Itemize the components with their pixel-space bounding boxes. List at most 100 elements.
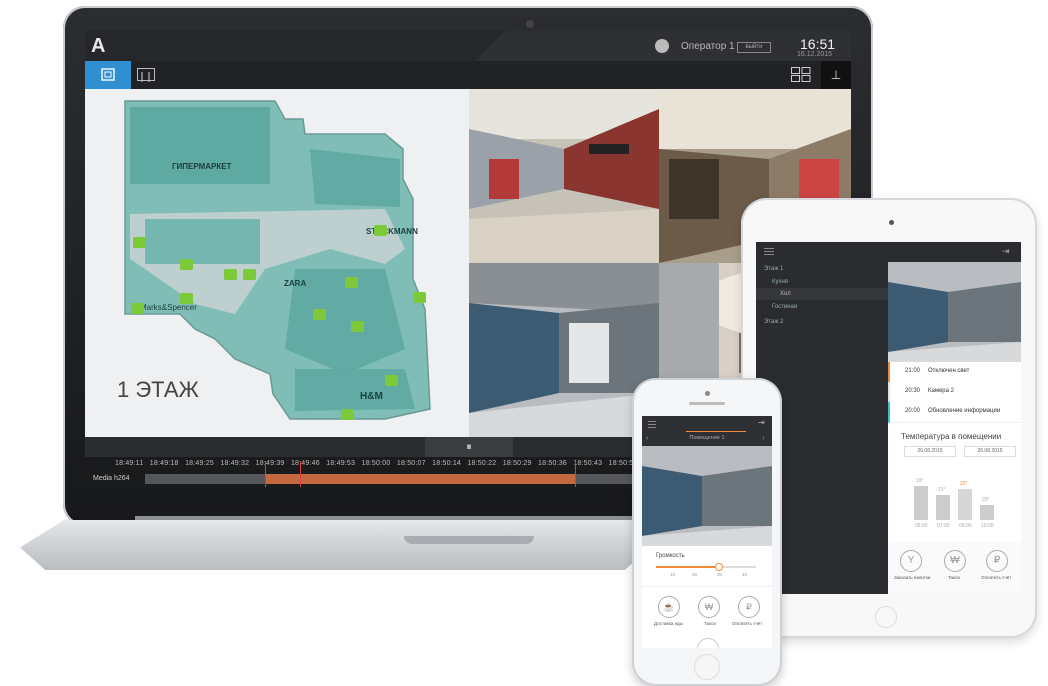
event-row[interactable]: 21:00 Отключен свет [888,362,1021,383]
tick-label: 18:50:00 [361,460,391,467]
store-label: Marks&Spencer [140,303,197,312]
event-text: Отключен свет [928,368,970,374]
tick-label: 18:49:11 [115,460,144,467]
nav-item-floor-1[interactable]: Этаж 1 [764,266,783,272]
temperature-time-label: 06:00 [915,523,928,529]
phone-camera [705,391,710,396]
laptop-camera [526,20,534,28]
app-logo: A [91,35,106,57]
food-delivery-icon[interactable]: ☕ [658,596,680,618]
event-row[interactable]: 20:00 Обновление информации [888,402,1021,423]
exit-icon[interactable]: ⇥ [758,418,765,427]
camera-marker-icon[interactable] [180,293,193,304]
tablet-header: ⇥ [888,242,1021,262]
camera-marker-icon[interactable] [131,303,144,314]
tick-label: 18:49:32 [220,460,250,467]
tick-label: 18:49:39 [255,460,285,467]
track-selection[interactable] [265,474,575,484]
volume-slider-knob[interactable] [715,563,723,571]
selection-start-marker[interactable] [265,461,266,487]
logout-button[interactable]: выйти [737,42,771,53]
phone-home-button[interactable] [694,654,720,680]
clock-time: 16:51 [800,36,836,52]
volume-tick: 40 [742,572,748,577]
selection-end-marker[interactable] [575,461,576,487]
temperature-value: 19° [916,478,924,484]
phone-speaker [689,402,725,405]
temperature-time-label: 07:00 [937,523,950,529]
action-label: Оплатить счёт [732,621,763,626]
taxi-icon[interactable]: ₩ [944,550,966,572]
camera-marker-icon[interactable] [345,277,358,288]
menu-icon[interactable] [648,421,656,422]
tablet-home-button[interactable] [875,606,897,628]
nav-item-kitchen[interactable]: Кухня [772,279,788,285]
temperature-bar [958,489,972,520]
store-front-video [469,263,659,437]
camera-marker-icon[interactable] [224,269,237,280]
toolbar: ⊥ [85,61,851,89]
layout-view-button[interactable] [137,68,155,82]
grid-layout-icon[interactable] [791,67,811,82]
tablet-actions: Y Заказать напитки ₩ Такси ₽ Оплатить сч… [888,542,1021,594]
pause-button[interactable]: ⏸ [425,437,513,457]
camera-marker-icon[interactable] [243,269,256,280]
user-avatar-icon [655,39,669,53]
date-picker-end[interactable]: 26.08.2015 [964,446,1016,457]
action-label: Такси [948,575,960,580]
video-tile-3[interactable] [469,263,659,437]
timeline-ticks: 18:49:11 18:49:18 18:49:25 18:49:32 18:4… [115,460,638,467]
nav-item-hall[interactable]: Хол [780,291,791,297]
camera-marker-icon[interactable] [413,292,426,303]
tick-label: 18:50:36 [538,460,567,467]
playhead-marker[interactable] [300,461,301,487]
chevron-right-icon[interactable]: › [762,433,765,442]
exit-icon[interactable]: ⇥ [1002,246,1010,257]
tick-label: 18:50:07 [396,460,426,467]
pin-button[interactable]: ⊥ [821,61,851,89]
tick-label: 18:50:29 [502,460,532,467]
more-actions-icon[interactable] [697,638,719,648]
video-tile-1[interactable] [469,89,659,263]
menu-icon[interactable] [764,248,774,249]
date-picker-start[interactable]: 26.08.2015 [904,446,956,457]
store-label: ГИПЕРМАРКЕТ [172,162,232,171]
camera-marker-icon[interactable] [341,409,354,420]
drinks-icon[interactable]: Y [900,550,922,572]
temperature-value: 20° [982,497,990,503]
temperature-title: Температура в помещении [901,432,1002,441]
payment-icon[interactable]: ₽ [986,550,1008,572]
temperature-bar [914,486,928,520]
track-label: Media h264 [93,475,130,482]
tablet-video[interactable] [888,262,1021,362]
camera-marker-icon[interactable] [374,225,387,236]
camera-marker-icon[interactable] [385,375,398,386]
action-label: Оплатить счёт [981,575,1012,580]
layout-view-icon [141,72,150,82]
nav-item-living-room[interactable]: Гостиная [772,304,797,310]
laptop-notch [404,536,534,544]
tablet-screen: Этаж 1 Кухня Хол Гостиная Этаж 2 ⇥ 21:00… [756,242,1021,594]
camera-marker-icon[interactable] [351,321,364,332]
clock-date: 16.12.2015 [797,51,833,58]
temperature-bar [936,495,950,520]
divider [642,586,772,587]
phone-video[interactable] [642,446,772,546]
floor-label: 1 ЭТАЖ [117,377,199,402]
volume-tick: 10 [670,572,676,577]
map-view-button[interactable] [85,61,131,89]
store-label: H&M [360,391,383,402]
taxi-icon[interactable]: ₩ [698,596,720,618]
camera-marker-icon[interactable] [180,259,193,270]
phone-header: ⇥ ‹ Помещение 1 › [642,416,772,446]
camera-marker-icon[interactable] [133,237,146,248]
volume-tick: 30 [717,572,723,577]
payment-icon[interactable]: ₽ [738,596,760,618]
nav-item-floor-2[interactable]: Этаж 2 [764,319,783,325]
tick-label: 18:49:53 [326,460,356,467]
tick-label: 18:49:18 [149,460,179,467]
temperature-time-label: 09:00 [959,523,972,529]
event-row[interactable]: 20:30 Камера 2 [888,382,1021,403]
camera-marker-icon[interactable] [313,309,326,320]
floor-map[interactable]: ГИПЕРМАРКЕТ STOCKMANN ZARA Marks&Spencer… [85,89,469,437]
